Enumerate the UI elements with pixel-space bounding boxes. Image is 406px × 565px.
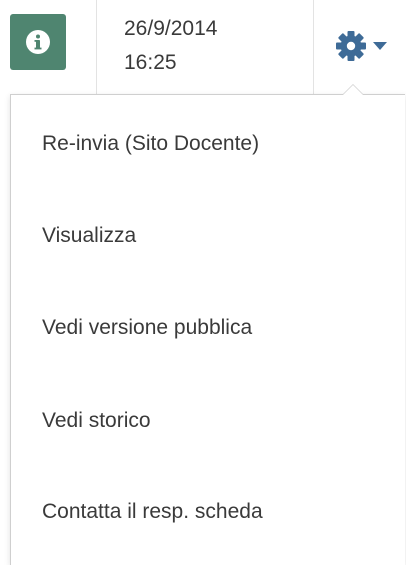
menu-item-resend[interactable]: Re-invia (Sito Docente): [42, 132, 259, 156]
date-text: 26/9/2014: [124, 17, 218, 40]
settings-dropdown-button[interactable]: [333, 24, 399, 68]
menu-item-view[interactable]: Visualizza: [42, 224, 136, 248]
menu-item-public-version[interactable]: Vedi versione pubblica: [42, 316, 252, 340]
info-button[interactable]: [10, 14, 66, 70]
record-row: 26/9/2014 16:25: [0, 0, 406, 94]
time-text: 16:25: [124, 51, 177, 74]
column-divider: [313, 0, 314, 94]
menu-item-history[interactable]: Vedi storico: [42, 409, 151, 433]
settings-dropdown-menu: Re-invia (Sito Docente) Visualizza Vedi …: [10, 84, 405, 565]
caret-down-icon: [373, 42, 387, 50]
column-divider: [96, 0, 97, 94]
gear-icon: [336, 31, 366, 61]
info-icon: [26, 30, 50, 54]
date-cell: 26/9/2014 16:25: [124, 12, 217, 80]
dropdown-pointer-fill: [343, 85, 363, 95]
menu-item-contact-owner[interactable]: Contatta il resp. scheda: [42, 500, 263, 524]
